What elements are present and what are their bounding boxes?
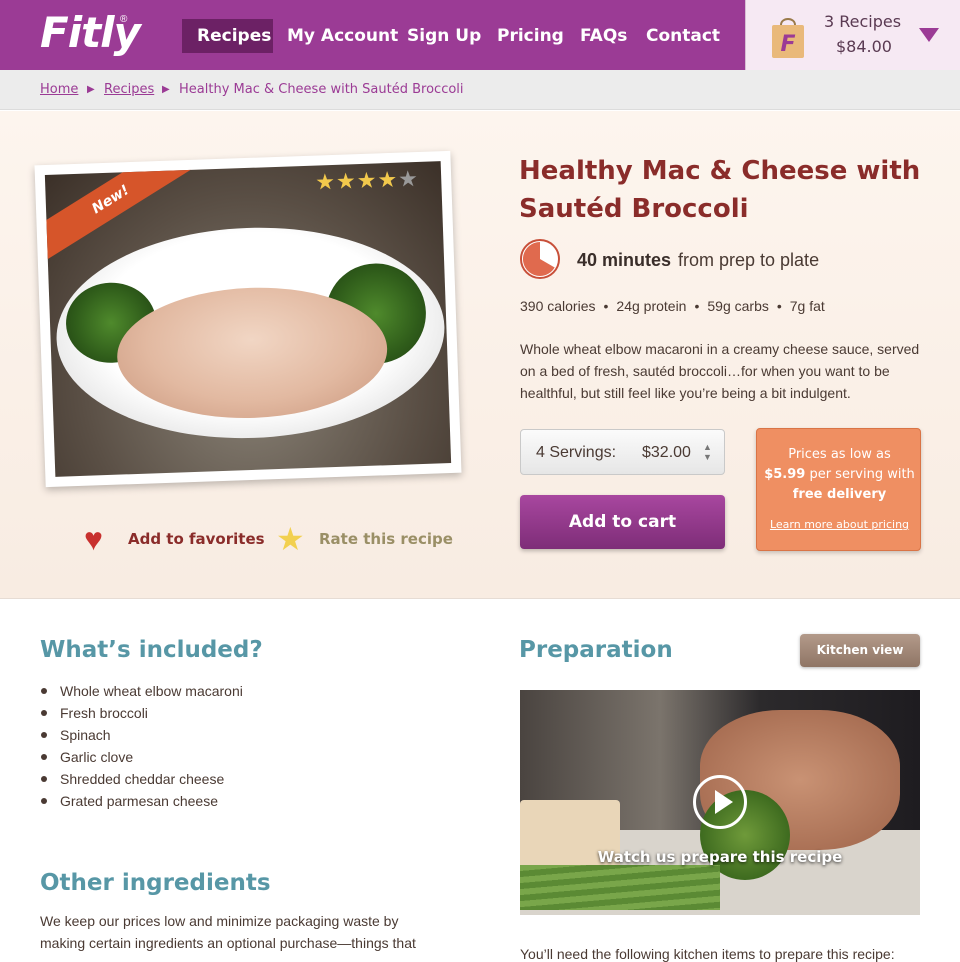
- star-icon: ★: [276, 521, 305, 557]
- star-filled-icon: ★: [314, 168, 337, 195]
- list-item: Garlic clove: [40, 746, 243, 768]
- recipe-title: Healthy Mac & Cheese with Sautéd Broccol…: [519, 156, 921, 224]
- list-item: Spinach: [40, 724, 243, 746]
- breadcrumb-recipes[interactable]: Recipes: [104, 82, 154, 97]
- carbs: 59g carbs: [707, 298, 769, 314]
- recipe-description: Whole wheat elbow macaroni in a creamy c…: [520, 341, 920, 401]
- servings-label: 4 Servings:: [536, 444, 617, 461]
- play-icon[interactable]: [693, 775, 747, 829]
- other-ingredients-heading: Other ingredients: [40, 870, 271, 896]
- breadcrumb-separator-icon: ▶: [162, 84, 170, 95]
- recipe-photo-frame: New! ★★★★★: [34, 150, 462, 488]
- breadcrumb-current: Healthy Mac & Cheese with Sautéd Broccol…: [179, 82, 464, 97]
- registered-mark: ®: [120, 14, 128, 25]
- included-heading: What’s included?: [40, 637, 263, 663]
- nav-sign-up[interactable]: Sign Up: [407, 19, 481, 53]
- prep-time: 40 minutes: [577, 250, 672, 270]
- rate-label: Rate this recipe: [319, 530, 453, 548]
- cart-dropdown-icon[interactable]: [919, 28, 939, 42]
- prep-time-label: from prep to plate: [678, 250, 820, 270]
- favorites-label: Add to favorites: [128, 530, 265, 548]
- pricing-line-3: free delivery: [792, 487, 887, 502]
- cart-summary[interactable]: F 3 Recipes $84.00: [745, 0, 960, 70]
- pricing-callout: Prices as low as $5.99 per serving with …: [756, 428, 921, 551]
- nav-recipes[interactable]: Recipes: [182, 19, 273, 53]
- pricing-line-2: $5.99 per serving with: [757, 465, 922, 485]
- nav-contact[interactable]: Contact: [646, 19, 720, 53]
- list-item: Whole wheat elbow macaroni: [40, 680, 243, 702]
- star-filled-icon: ★: [356, 167, 378, 194]
- site-header: Fitly ® Recipes My Account Sign Up Prici…: [0, 0, 960, 70]
- timer-icon: [520, 239, 560, 279]
- list-item: Fresh broccoli: [40, 702, 243, 724]
- heart-icon: ♥: [84, 521, 103, 557]
- star-empty-icon: ★: [397, 165, 420, 192]
- list-item: Shredded cheddar cheese: [40, 768, 243, 790]
- nutrition-facts: 390 calories • 24g protein • 59g carbs • 7g fa…: [520, 298, 825, 314]
- pricing-line-1: Prices as low as: [788, 447, 891, 462]
- servings-price: $32.00: [642, 444, 691, 461]
- included-list: Whole wheat elbow macaroni Fresh broccol…: [40, 680, 243, 812]
- pricing-amount: $5.99: [764, 467, 806, 482]
- pricing-line-2-rest: per serving with: [805, 467, 915, 482]
- list-item: Grated parmesan cheese: [40, 790, 243, 812]
- calories: 390 calories: [520, 298, 596, 314]
- nav-my-account[interactable]: My Account: [287, 19, 398, 53]
- add-to-cart-button[interactable]: Add to cart: [520, 495, 725, 549]
- preparation-heading: Preparation: [519, 637, 673, 663]
- plate-image: [52, 221, 449, 445]
- kitchen-view-button[interactable]: Kitchen view: [800, 634, 920, 667]
- nav-pricing[interactable]: Pricing: [497, 19, 564, 53]
- nav-faqs[interactable]: FAQs: [580, 19, 627, 53]
- protein: 24g protein: [616, 298, 687, 314]
- shopping-bag-icon: F: [772, 18, 804, 58]
- video-caption: Watch us prepare this recipe: [597, 848, 843, 866]
- recipe-photo: New! ★★★★★: [44, 161, 452, 477]
- rating-stars: ★★★★★: [315, 166, 420, 196]
- video-asparagus-image: [520, 865, 720, 910]
- breadcrumb: Home ▶ Recipes ▶ Healthy Mac & Cheese wi…: [0, 70, 960, 110]
- select-arrows-icon: ▲ ▼: [703, 442, 712, 462]
- star-filled-icon: ★: [376, 166, 399, 193]
- cart-total: $84.00: [836, 37, 892, 56]
- preparation-video[interactable]: Watch us prepare this recipe: [520, 690, 920, 915]
- cart-bag-letter: F: [780, 32, 795, 57]
- learn-more-pricing-link[interactable]: Learn more about pricing: [757, 515, 922, 535]
- other-ingredients-text: We keep our prices low and minimize pack…: [40, 913, 416, 951]
- star-filled-icon: ★: [335, 168, 358, 194]
- macaroni-image: [114, 283, 390, 423]
- servings-select[interactable]: 4 Servings: $32.00 ▲ ▼: [520, 429, 725, 475]
- breadcrumb-separator-icon: ▶: [87, 84, 95, 95]
- fat: 7g fat: [789, 298, 825, 314]
- breadcrumb-home[interactable]: Home: [40, 82, 78, 97]
